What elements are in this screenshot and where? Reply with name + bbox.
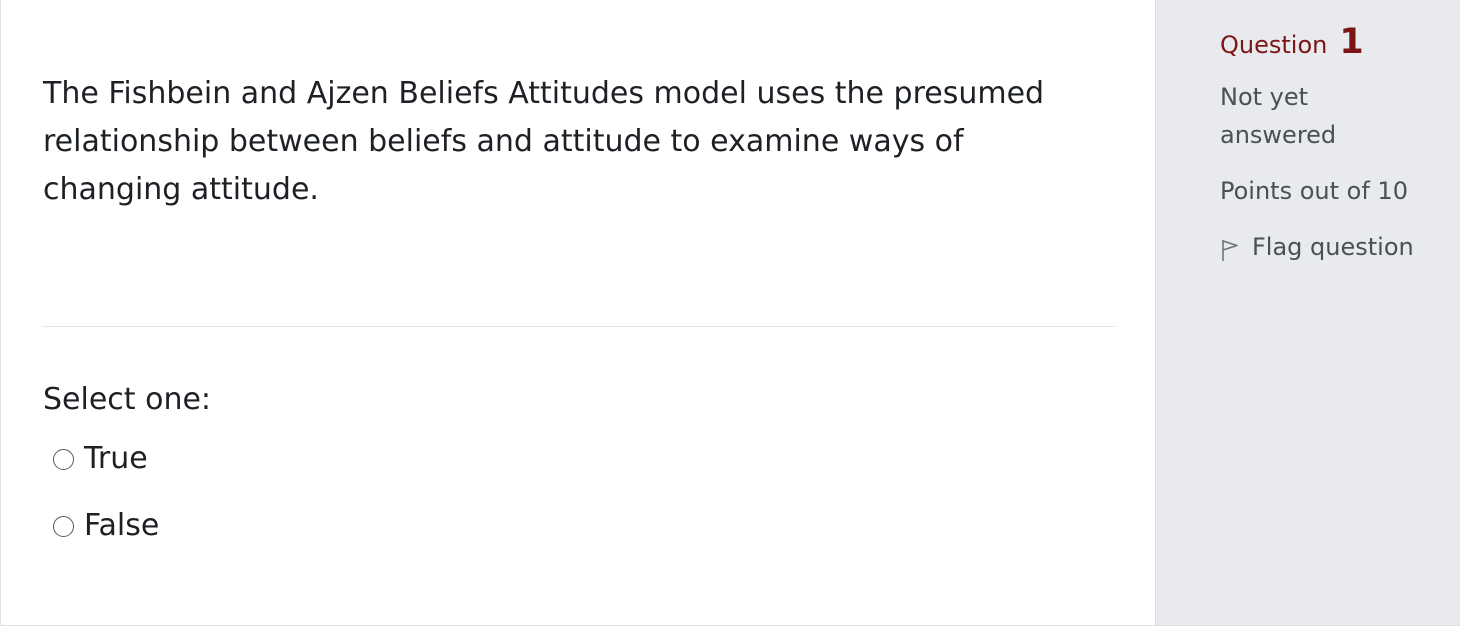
radio-true[interactable] xyxy=(53,448,74,470)
question-heading: Question 1 xyxy=(1220,22,1364,65)
radio-false[interactable] xyxy=(53,515,74,537)
question-word: Question xyxy=(1220,31,1328,59)
flag-outline-icon[interactable] xyxy=(1220,235,1240,261)
answer-option-false[interactable]: False xyxy=(53,506,159,546)
answer-label-true[interactable]: True xyxy=(84,439,148,479)
points-info: Points out of 10 xyxy=(1220,177,1408,205)
answer-label-false[interactable]: False xyxy=(84,506,159,546)
question-info-panel: Question 1 Not yet answered Points out o… xyxy=(1155,0,1460,626)
question-number: 1 xyxy=(1339,22,1364,62)
answer-option-true[interactable]: True xyxy=(53,439,148,479)
quiz-page: The Fishbein and Ajzen Beliefs Attitudes… xyxy=(0,0,1460,636)
question-content-panel: The Fishbein and Ajzen Beliefs Attitudes… xyxy=(0,0,1155,626)
flag-question-link[interactable]: Flag question xyxy=(1220,228,1414,266)
answer-status: Not yet answered xyxy=(1220,83,1337,149)
select-one-prompt: Select one: xyxy=(43,382,212,417)
divider xyxy=(43,326,1115,327)
flag-question-label[interactable]: Flag question xyxy=(1252,228,1414,266)
question-text: The Fishbein and Ajzen Beliefs Attitudes… xyxy=(43,76,1045,207)
